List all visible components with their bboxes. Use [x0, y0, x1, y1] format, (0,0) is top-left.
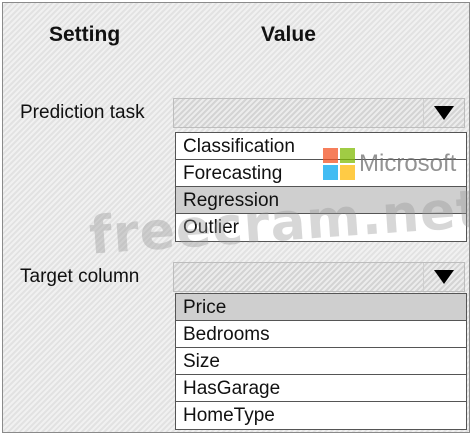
target-column-dropdown[interactable]: [173, 262, 465, 292]
triangle-down-icon: [434, 106, 454, 120]
dropdown-arrow-icon[interactable]: [423, 99, 464, 127]
option-outlier[interactable]: Outlier: [176, 214, 466, 241]
value-column-header: Value: [261, 23, 316, 46]
option-size[interactable]: Size: [176, 348, 466, 375]
target-column-label: Target column: [20, 266, 140, 287]
prediction-task-label: Prediction task: [20, 102, 145, 123]
option-hometype[interactable]: HomeType: [176, 402, 466, 429]
prediction-task-option-list: Classification Forecasting Regression Outli…: [175, 132, 467, 242]
setting-column-header: Setting: [49, 23, 121, 46]
option-hasgarage[interactable]: HasGarage: [176, 375, 466, 402]
option-bedrooms[interactable]: Bedrooms: [176, 321, 466, 348]
option-forecasting[interactable]: Forecasting: [176, 160, 466, 187]
option-classification[interactable]: Classification: [176, 133, 466, 160]
target-column-option-list: Price Bedrooms Size HasGarage HomeType: [175, 293, 467, 430]
triangle-down-icon: [434, 270, 454, 284]
option-regression[interactable]: Regression: [176, 187, 466, 214]
answer-area: Setting Value Prediction task Classifica…: [2, 2, 470, 433]
option-price[interactable]: Price: [176, 294, 466, 321]
dropdown-arrow-icon[interactable]: [423, 263, 464, 291]
prediction-task-dropdown[interactable]: [173, 98, 465, 128]
